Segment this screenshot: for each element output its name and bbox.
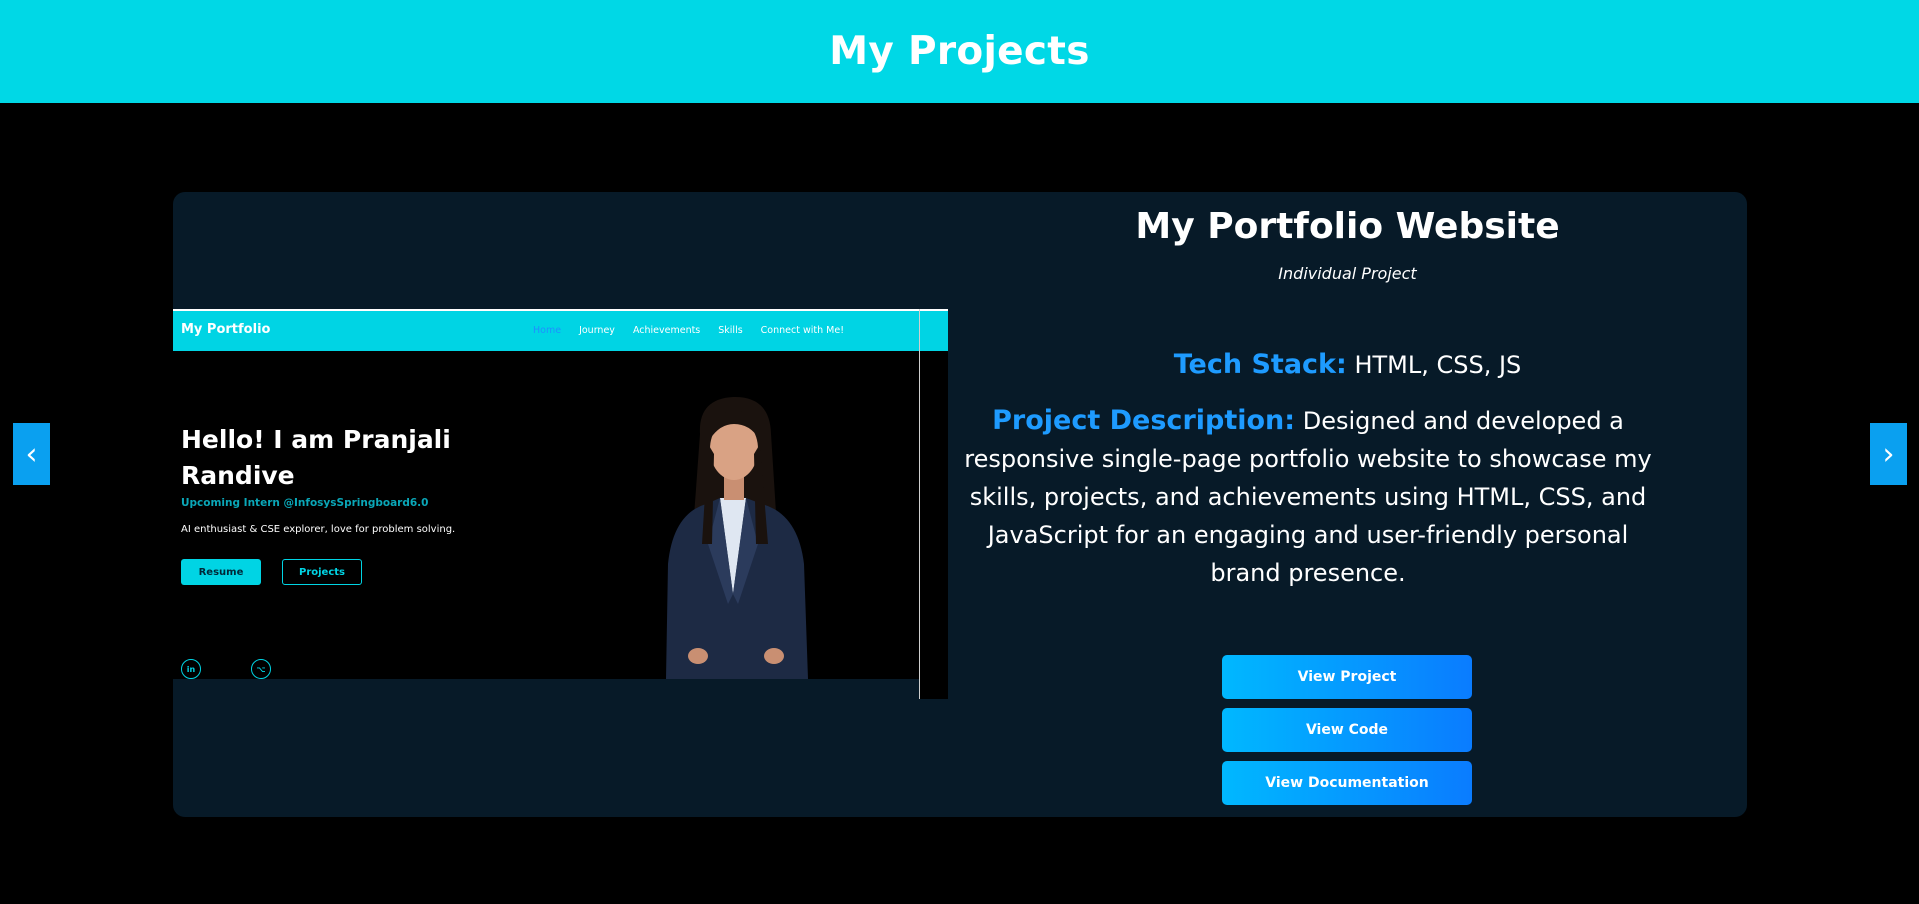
page-header: My Projects (0, 0, 1919, 103)
preview-hello-heading: Hello! I am Pranjali Randive (181, 425, 451, 490)
preview-nav-connect: Connect with Me! (760, 325, 844, 336)
preview-desc-text: AI enthusiast & CSE explorer, love for p… (181, 524, 456, 535)
preview-intern-text: Upcoming Intern @InfosysSpringboard6.0 (181, 497, 428, 509)
view-project-button[interactable]: View Project (1222, 655, 1472, 699)
preview-intern-label: Upcoming Intern @InfosysSpringboard6.0 (181, 497, 429, 509)
project-preview-image: My Portfolio Home Journey Achievements S… (173, 309, 948, 699)
view-documentation-button[interactable]: View Documentation (1222, 761, 1472, 805)
project-description-label: Project Description: (992, 405, 1296, 436)
carousel-prev-button[interactable]: ‹ (13, 423, 50, 485)
preview-divider (919, 309, 920, 699)
carousel-next-button[interactable]: › (1870, 423, 1907, 485)
chevron-left-icon: ‹ (25, 436, 38, 472)
preview-resume-button: Resume (181, 559, 261, 585)
preview-nav-skills: Skills (718, 325, 743, 336)
preview-bottom-strip (173, 679, 919, 699)
preview-brand: My Portfolio (181, 322, 271, 337)
preview-projects-button: Projects (282, 559, 362, 585)
github-icon: ⌥ (251, 659, 271, 679)
preview-nav-achievements: Achievements (632, 325, 701, 336)
project-description: Project Description: Designed and develo… (963, 402, 1653, 592)
tech-stack-label: Tech Stack: (1173, 349, 1347, 380)
project-subtitle: Individual Project (1278, 264, 1417, 283)
project-card: My Portfolio Home Journey Achievements S… (173, 192, 1747, 817)
person-photo (666, 396, 808, 679)
tech-stack-value: HTML, CSS, JS (1354, 351, 1522, 379)
preview-nav-home: Home (533, 325, 562, 336)
preview-navbar: My Portfolio Home Journey Achievements S… (173, 309, 948, 351)
preview-nav-journey: Journey (579, 325, 615, 336)
chevron-right-icon: › (1882, 436, 1895, 472)
linkedin-icon: in (181, 659, 201, 679)
preview-nav-links: Home Journey Achievements Skills Connect… (533, 325, 862, 336)
tech-stack: Tech Stack: HTML, CSS, JS (948, 349, 1747, 380)
page-title: My Projects (829, 29, 1090, 74)
project-title: My Portfolio Website (1135, 206, 1560, 247)
view-code-button[interactable]: View Code (1222, 708, 1472, 752)
